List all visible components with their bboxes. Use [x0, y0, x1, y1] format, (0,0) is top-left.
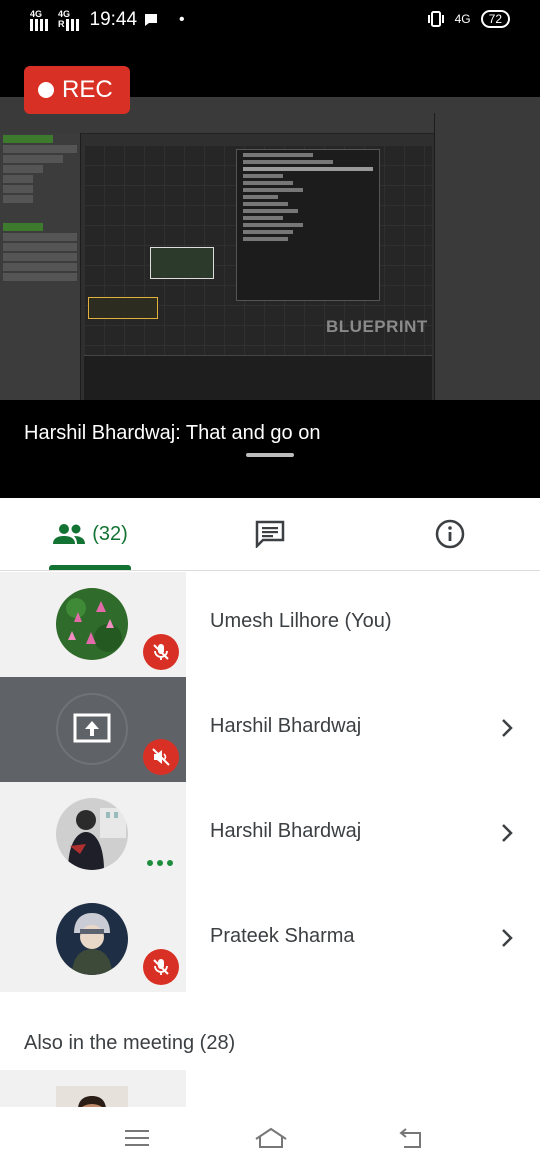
drag-handle[interactable]: [246, 453, 294, 457]
vibrate-icon: [427, 11, 444, 27]
participant-row[interactable]: Umesh Lilhore (You): [0, 572, 540, 677]
system-nav-bar: [0, 1107, 540, 1170]
info-icon: [435, 519, 465, 549]
tab-bar: (32): [0, 498, 540, 571]
participant-name: Harshil Bhardwaj: [210, 715, 362, 737]
actions-popup: [236, 149, 380, 301]
record-dot-icon: [38, 82, 54, 98]
home-icon[interactable]: [253, 1125, 289, 1151]
participant-name: Harshil Bhardwaj: [210, 820, 362, 842]
signal-2: 4G R: [58, 9, 80, 31]
avatar: [56, 903, 128, 975]
present-screen-icon: [73, 713, 111, 743]
chevron-right-icon[interactable]: [496, 717, 518, 739]
editor-right-panel: [434, 113, 540, 400]
status-bar: 4G 4G R 19:44 • 4G 72: [0, 0, 540, 40]
speaking-indicator-icon: [147, 860, 173, 866]
rec-label: REC: [62, 76, 113, 103]
battery-indicator: 72: [480, 10, 510, 28]
chevron-right-icon[interactable]: [496, 927, 518, 949]
participant-name: Prateek Sharma: [210, 925, 355, 947]
caption-text: Harshil Bhardwaj: That and go on: [24, 422, 321, 444]
tab-chat[interactable]: [248, 498, 292, 570]
avatar: [56, 1086, 128, 1107]
mic-off-icon: [143, 949, 179, 985]
speaker-off-icon: [143, 739, 179, 775]
mic-off-icon: [143, 634, 179, 670]
recording-indicator: REC: [24, 66, 130, 114]
graph-node-yellow: [88, 297, 158, 319]
chat-icon: [255, 520, 285, 548]
chat-bubble-icon: [145, 14, 158, 26]
menu-icon[interactable]: [122, 1125, 152, 1151]
network-4g: 4G: [454, 12, 471, 26]
blueprint-watermark: BLUEPRINT: [326, 317, 428, 336]
participant-row[interactable]: Harshil Bhardwaj: [0, 782, 540, 887]
back-icon[interactable]: [396, 1125, 426, 1151]
avatar: [56, 798, 128, 870]
avatar: [56, 693, 128, 765]
editor-bottom-panel: [84, 355, 432, 400]
tab-active-indicator: [49, 565, 131, 570]
graph-node: [150, 247, 214, 279]
editor-left-panel: [0, 133, 81, 400]
participant-row-partial[interactable]: [0, 1070, 186, 1107]
avatar: [56, 588, 128, 660]
tab-info[interactable]: [428, 498, 472, 570]
also-in-meeting-header: Also in the meeting (28): [24, 1032, 236, 1054]
shared-screen: BLUEPRINT: [0, 97, 540, 400]
video-area[interactable]: BLUEPRINT REC Harshil Bhardwaj: That and…: [0, 40, 540, 498]
signal-1: 4G: [30, 9, 48, 31]
participant-name: Umesh Lilhore (You): [210, 610, 392, 632]
people-count: (32): [92, 522, 128, 545]
chevron-right-icon[interactable]: [496, 822, 518, 844]
clock: 19:44: [89, 9, 138, 30]
participant-row[interactable]: Harshil Bhardwaj: [0, 677, 540, 782]
people-icon: [53, 524, 86, 544]
dot-icon: •: [179, 11, 185, 28]
tab-people[interactable]: (32): [48, 498, 132, 570]
participant-row[interactable]: Prateek Sharma: [0, 887, 540, 992]
